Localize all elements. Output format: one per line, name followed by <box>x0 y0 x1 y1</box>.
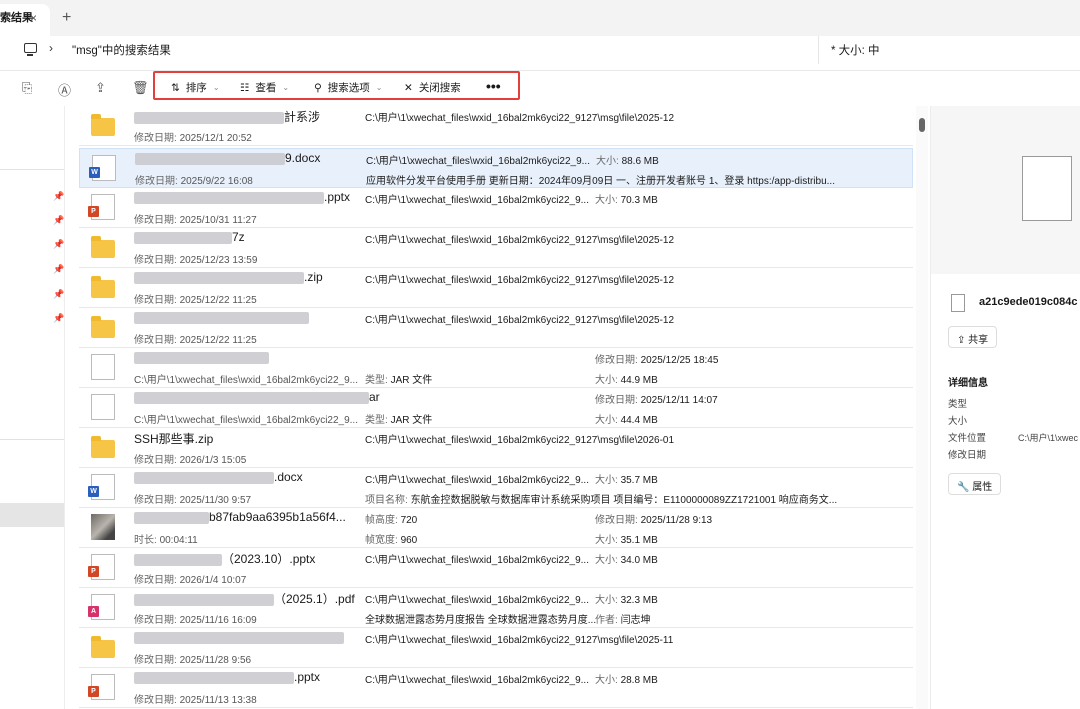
chevron-down-icon: ⌄ <box>212 83 220 92</box>
pdf-icon: A <box>88 594 115 620</box>
nav-item-selected[interactable] <box>0 503 64 527</box>
chevron-right-icon[interactable]: › <box>49 41 53 55</box>
sort-button[interactable]: ⇅ 排序 ⌄ <box>171 80 220 95</box>
list-item[interactable]: C:\用户\1\xwechat_files\wxid_16bal2mk6yci2… <box>79 348 913 388</box>
close-search-label: 关闭搜索 <box>418 82 461 94</box>
word-icon: W <box>88 474 115 500</box>
details-heading: 详细信息 <box>948 378 988 389</box>
powerpoint-icon: P <box>88 674 115 700</box>
folder-icon <box>91 236 115 258</box>
powerpoint-icon: P <box>88 194 115 220</box>
file-icon <box>91 354 115 380</box>
share-button[interactable]: ⇪ 共享 <box>948 326 998 348</box>
list-item[interactable]: W .docx 修改日期: 2025/11/30 9:57 C:\用户\1\xw… <box>79 468 913 508</box>
list-item[interactable]: P .pptx 修改日期: 2025/11/13 13:38 C:\用户\1\x… <box>79 668 913 708</box>
list-item[interactable]: P .pptx 修改日期: 2025/10/31 11:27 C:\用户\1\x… <box>79 188 913 228</box>
share-icon: ⇪ <box>957 335 969 346</box>
folder-icon <box>91 114 115 136</box>
preview-area <box>931 106 1080 274</box>
tab-bar: 索结果 × + <box>0 0 1080 36</box>
file-path: C:\用户\1\xwechat_files\wxid_16bal2mk6yci2… <box>365 113 675 124</box>
list-item[interactable]: P （2023.10）.pptx 修改日期: 2026/1/4 10:07 C:… <box>79 548 913 588</box>
sort-label: 排序 <box>185 82 207 94</box>
share-icon[interactable]: ⇪ <box>95 80 106 96</box>
list-item[interactable]: 修改日期: 2025/12/22 11:25 C:\用户\1\xwechat_f… <box>79 308 913 348</box>
divider <box>0 169 64 170</box>
pin-icon[interactable]: 📌 <box>53 215 64 226</box>
file-icon <box>91 394 115 420</box>
rename-icon[interactable]: Ⓐ <box>58 80 71 99</box>
chevron-down-icon: ⌄ <box>375 83 383 92</box>
list-item[interactable]: 7z 修改日期: 2025/12/23 13:59 C:\用户\1\xwecha… <box>79 228 913 268</box>
details-pane: a21c9ede019c084c ⇪ 共享 详细信息 类型 大小 文件位置 C:… <box>930 106 1080 709</box>
folder-icon <box>91 636 115 658</box>
chevron-down-icon: ⌄ <box>282 83 290 92</box>
list-item[interactable]: 計系涉 修改日期: 2025/12/1 20:52 C:\用户\1\xwecha… <box>79 106 913 146</box>
folder-icon <box>91 436 115 458</box>
new-tab-icon[interactable]: + <box>62 9 71 27</box>
paste-icon[interactable]: ⎘ <box>22 80 32 96</box>
sort-icon: ⇅ <box>171 81 180 94</box>
view-button[interactable]: ☷ 查看 ⌄ <box>240 80 289 95</box>
close-icon[interactable]: × <box>30 11 37 25</box>
list-item[interactable]: .zip 修改日期: 2025/12/22 11:25 C:\用户\1\xwec… <box>79 268 913 308</box>
pin-icon[interactable]: 📌 <box>53 313 64 324</box>
word-icon: W <box>89 155 116 181</box>
address-path[interactable]: "msg"中的搜索结果 <box>72 42 171 58</box>
search-options-label: 搜索选项 <box>327 82 370 94</box>
tab-title: 索结果 <box>0 12 33 24</box>
file-list: 計系涉 修改日期: 2025/12/1 20:52 C:\用户\1\xwecha… <box>65 106 915 709</box>
properties-button[interactable]: 🔧 属性 <box>948 473 1002 495</box>
more-icon[interactable]: ••• <box>486 78 501 94</box>
file-icon <box>951 294 965 312</box>
close-icon: ✕ <box>404 81 413 94</box>
scrollbar-thumb[interactable] <box>919 118 925 132</box>
file-preview-icon <box>1022 156 1072 221</box>
list-item[interactable]: 修改日期: 2025/11/28 9:56 C:\用户\1\xwechat_fi… <box>79 628 913 668</box>
pin-icon[interactable]: 📌 <box>53 239 64 250</box>
list-item[interactable]: SSH那些事.zip 修改日期: 2026/1/3 15:05 C:\用户\1\… <box>79 428 913 468</box>
search-options-button[interactable]: ⚲ 搜索选项 ⌄ <box>314 80 382 95</box>
view-icon: ☷ <box>240 81 250 94</box>
close-search-button[interactable]: ✕ 关闭搜索 <box>404 80 461 95</box>
divider <box>0 439 64 440</box>
video-thumbnail <box>91 514 115 540</box>
search-input[interactable]: * 大小: 中 <box>818 36 1080 64</box>
navigation-pane: 📌 📌 📌 📌 📌 📌 <box>0 106 65 709</box>
view-label: 查看 <box>255 82 277 94</box>
folder-icon <box>91 316 115 338</box>
list-item[interactable]: A （2025.1）.pdf 修改日期: 2025/11/16 16:09 C:… <box>79 588 913 628</box>
delete-icon[interactable]: 🗑 <box>132 80 149 96</box>
computer-icon[interactable] <box>24 43 37 56</box>
wrench-icon: 🔧 <box>957 482 973 493</box>
file-name: 9.docx <box>135 151 320 165</box>
pin-icon[interactable]: 📌 <box>53 264 64 275</box>
blurred-text <box>134 111 284 124</box>
scrollbar[interactable] <box>916 106 928 709</box>
pin-icon[interactable]: 📌 <box>53 289 64 300</box>
list-item[interactable]: b87fab9aa6395b1a56f4... 时长: 00:04:11 帧高度… <box>79 508 913 548</box>
pin-icon[interactable]: 📌 <box>53 191 64 202</box>
folder-icon <box>91 276 115 298</box>
search-options-icon: ⚲ <box>314 81 322 94</box>
tab-search-results[interactable]: 索结果 <box>0 4 50 36</box>
details-file-name: a21c9ede019c084c <box>979 296 1078 308</box>
list-item[interactable]: W 9.docx 修改日期: 2025/9/22 16:08 C:\用户\1\x… <box>79 148 913 188</box>
list-item[interactable]: ar C:\用户\1\xwechat_files\wxid_16bal2mk6y… <box>79 388 913 428</box>
powerpoint-icon: P <box>88 554 115 580</box>
file-name: 計系涉 <box>134 108 320 125</box>
